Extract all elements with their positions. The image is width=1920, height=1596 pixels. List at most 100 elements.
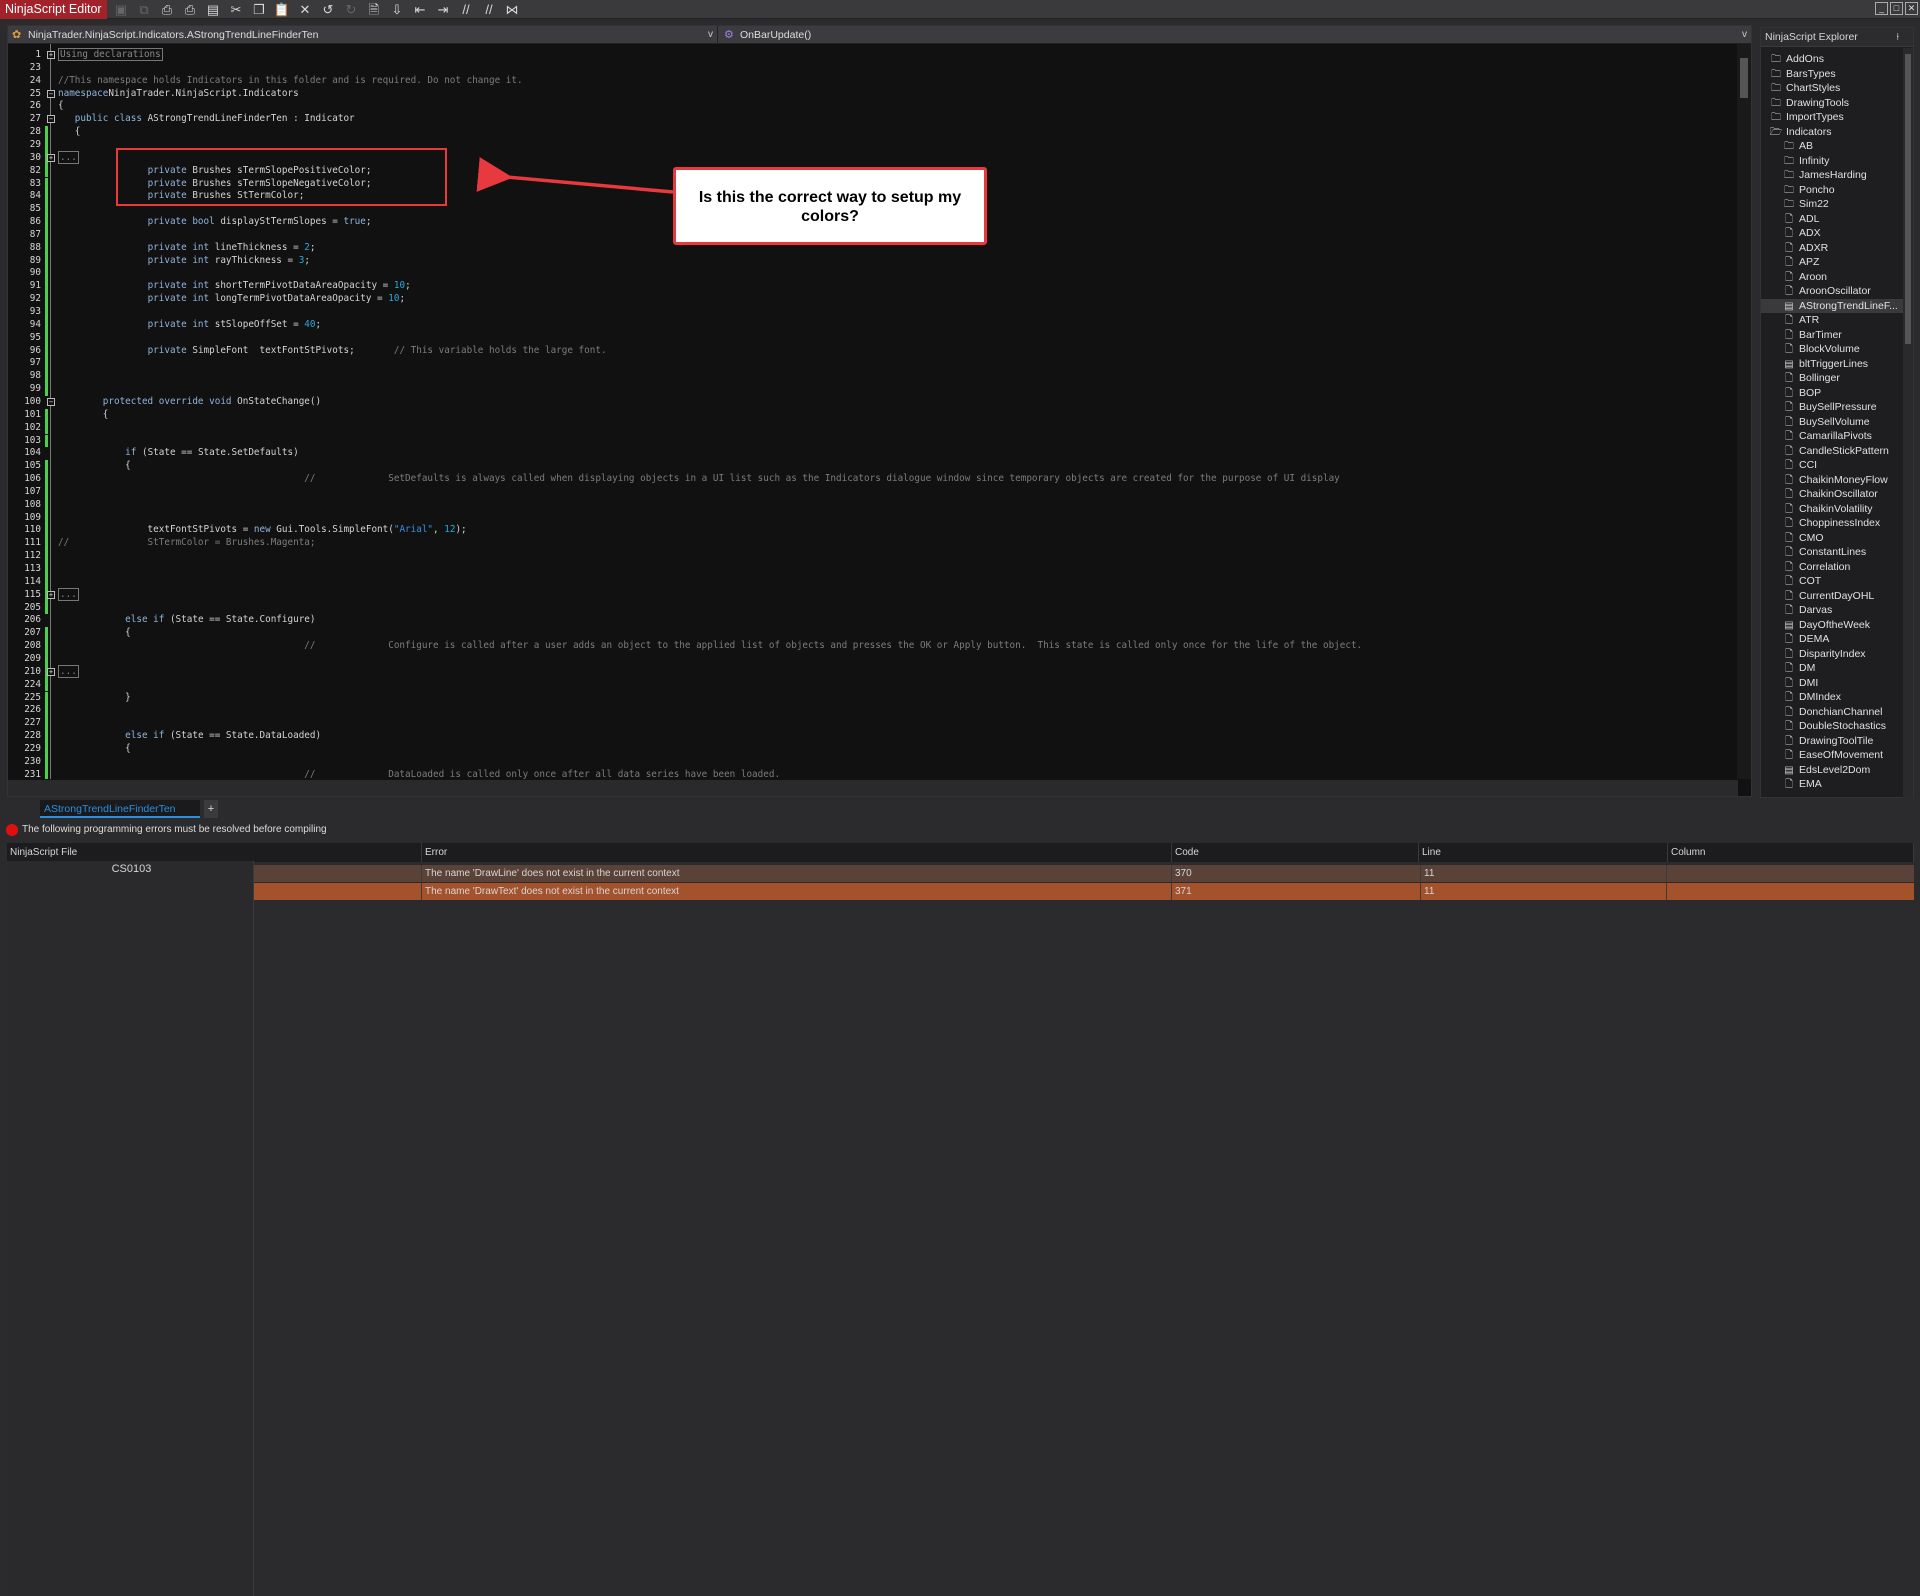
explorer-item[interactable]: 🗀 BarsTypes: [1761, 67, 1903, 82]
explorer-item[interactable]: 🗋 BlockVolume: [1761, 342, 1903, 357]
explorer-item[interactable]: 🗀 AddOns: [1761, 52, 1903, 67]
pin-icon[interactable]: ⍿: [1896, 28, 1899, 47]
explorer-item[interactable]: 🗀 JamesHarding: [1761, 168, 1903, 183]
explorer-item[interactable]: 🗋 ADL: [1761, 212, 1903, 227]
explorer-item[interactable]: 🗋 DrawingToolTile: [1761, 734, 1903, 749]
explorer-item[interactable]: 🗋 ChaikinOscillator: [1761, 487, 1903, 502]
print-preview-icon[interactable]: ⎙: [181, 1, 199, 18]
expand-icon[interactable]: +: [47, 153, 55, 162]
explorer-item[interactable]: 🗋 BOP: [1761, 386, 1903, 401]
paste-icon[interactable]: 📋: [273, 1, 291, 18]
explorer-item[interactable]: 🗋 CandleStickPattern: [1761, 444, 1903, 459]
explorer-item[interactable]: 🗋 ATR: [1761, 313, 1903, 328]
collapsed-region[interactable]: ...: [58, 587, 79, 601]
explorer-item[interactable]: 🗋 ADX: [1761, 226, 1903, 241]
vertical-scrollbar[interactable]: [1737, 44, 1751, 779]
explorer-item[interactable]: 🗋 CamarillaPivots: [1761, 429, 1903, 444]
delete-icon[interactable]: ✕: [296, 1, 314, 18]
code-editor[interactable]: ✿ NinjaTrader.NinjaScript.Indicators.ASt…: [7, 25, 1752, 797]
explorer-item[interactable]: 🗁 Indicators: [1761, 125, 1903, 140]
visual-studio-icon[interactable]: ⋈: [503, 1, 521, 18]
explorer-item[interactable]: 🗋 EaseOfMovement: [1761, 748, 1903, 763]
explorer-item[interactable]: 🗋 DonchianChannel: [1761, 705, 1903, 720]
explorer-item[interactable]: 🗋 Aroon: [1761, 270, 1903, 285]
code-line: 1 + Using declarations: [8, 48, 1736, 62]
explorer-item[interactable]: 🗋 APZ: [1761, 255, 1903, 270]
collapse-icon[interactable]: −: [47, 89, 55, 98]
column-header[interactable]: Code: [1172, 843, 1419, 862]
column-header[interactable]: Error: [422, 843, 1172, 862]
print-icon[interactable]: ⎙: [158, 1, 176, 18]
explorer-item[interactable]: 🗋 Darvas: [1761, 603, 1903, 618]
explorer-item[interactable]: 🗋 CCI: [1761, 458, 1903, 473]
explorer-item[interactable]: 🗋 ADXR: [1761, 241, 1903, 256]
expand-icon[interactable]: +: [47, 51, 55, 59]
horizontal-scrollbar[interactable]: [8, 780, 1738, 796]
expand-icon[interactable]: +: [47, 590, 55, 599]
member-dropdown[interactable]: ⚙ OnBarUpdate() v: [720, 26, 1751, 44]
explorer-item[interactable]: 🗋 EMA: [1761, 777, 1903, 792]
explorer-item[interactable]: 🗋 DoubleStochastics: [1761, 719, 1903, 734]
explorer-item[interactable]: 🗀 Infinity: [1761, 154, 1903, 169]
redo-icon: ↻: [345, 2, 357, 17]
explorer-item[interactable]: ▤ bltTriggerLines: [1761, 357, 1903, 372]
explorer-item[interactable]: 🗀 DrawingTools: [1761, 96, 1903, 111]
tab-astrongtrendlinefinderten[interactable]: AStrongTrendLineFinderTen: [40, 800, 200, 818]
find-icon[interactable]: 🗎: [365, 1, 383, 18]
column-header[interactable]: Line: [1419, 843, 1668, 862]
explorer-item[interactable]: 🗋 BuySellVolume: [1761, 415, 1903, 430]
explorer-item[interactable]: 🗋 DMIndex: [1761, 690, 1903, 705]
explorer-item[interactable]: 🗋 DMI: [1761, 676, 1903, 691]
explorer-item[interactable]: 🗀 ImportTypes: [1761, 110, 1903, 125]
collapsed-region[interactable]: ...: [58, 150, 79, 164]
change-marker: [45, 254, 48, 268]
minimize-button[interactable]: _: [1875, 2, 1888, 15]
explorer-scrollbar[interactable]: [1903, 48, 1913, 798]
explorer-item[interactable]: 🗋 Bollinger: [1761, 371, 1903, 386]
collapsed-region[interactable]: Using declarations: [58, 48, 163, 61]
annotation-callout: Is this the correct way to setup my colo…: [673, 167, 987, 245]
close-button[interactable]: ✕: [1905, 2, 1918, 15]
collapse-icon[interactable]: −: [47, 397, 55, 406]
explorer-item[interactable]: 🗋 CurrentDayOHL: [1761, 589, 1903, 604]
document-icon[interactable]: ▤: [204, 1, 222, 18]
explorer-item[interactable]: 🗋 ChaikinMoneyFlow: [1761, 473, 1903, 488]
explorer-item[interactable]: 🗋 DM: [1761, 661, 1903, 676]
explorer-item[interactable]: 🗀 Sim22: [1761, 197, 1903, 212]
column-header[interactable]: NinjaScript File: [7, 843, 422, 862]
explorer-item[interactable]: 🗋 COT: [1761, 574, 1903, 589]
explorer-item[interactable]: 🗋 CMO: [1761, 531, 1903, 546]
undo-icon[interactable]: ↺: [319, 1, 337, 18]
explorer-item[interactable]: 🗋 BarTimer: [1761, 328, 1903, 343]
compile-icon[interactable]: ⇩: [388, 1, 406, 18]
outdent-icon[interactable]: ⇤: [411, 1, 429, 18]
explorer-item[interactable]: 🗋 Correlation: [1761, 560, 1903, 575]
namespace-dropdown[interactable]: ✿ NinjaTrader.NinjaScript.Indicators.ASt…: [8, 26, 718, 44]
add-tab-button[interactable]: +: [204, 800, 218, 818]
comment-icon[interactable]: //: [457, 1, 475, 18]
explorer-item[interactable]: 🗋 DisparityIndex: [1761, 647, 1903, 662]
table-row[interactable]: AStrongTrendLineFinderTen.csThe name 'Dr…: [7, 861, 1914, 1596]
explorer-item[interactable]: 🗋 ChoppinessIndex: [1761, 516, 1903, 531]
indent-icon[interactable]: ⇥: [434, 1, 452, 18]
explorer-item[interactable]: ▤ DayOftheWeek: [1761, 618, 1903, 633]
collapse-icon[interactable]: −: [47, 115, 55, 124]
explorer-item[interactable]: 🗋 ChaikinVolatility: [1761, 502, 1903, 517]
uncomment-icon[interactable]: //: [480, 1, 498, 18]
column-header[interactable]: Column: [1668, 843, 1914, 862]
explorer-item[interactable]: 🗋 AroonOscillator: [1761, 284, 1903, 299]
explorer-item[interactable]: 🗋 ConstantLines: [1761, 545, 1903, 560]
explorer-item[interactable]: 🗀 Poncho: [1761, 183, 1903, 198]
explorer-item[interactable]: ▤ EdsLevel2Dom: [1761, 763, 1903, 778]
copy-icon[interactable]: ❐: [250, 1, 268, 18]
explorer-item[interactable]: 🗋 DEMA: [1761, 632, 1903, 647]
explorer-item[interactable]: 🗋 BuySellPressure: [1761, 400, 1903, 415]
explorer-item[interactable]: 🗀 ChartStyles: [1761, 81, 1903, 96]
expand-icon[interactable]: +: [47, 667, 55, 676]
maximize-button[interactable]: □: [1890, 2, 1903, 15]
cut-icon[interactable]: ✂: [227, 1, 245, 18]
table-row[interactable]: AStrongTrendLineFinderTen.csThe name 'Dr…: [7, 861, 1914, 1596]
explorer-item[interactable]: 🗀 AB: [1761, 139, 1903, 154]
collapsed-region[interactable]: ...: [58, 664, 79, 678]
explorer-item[interactable]: ▤ AStrongTrendLineF...: [1761, 298, 1903, 313]
